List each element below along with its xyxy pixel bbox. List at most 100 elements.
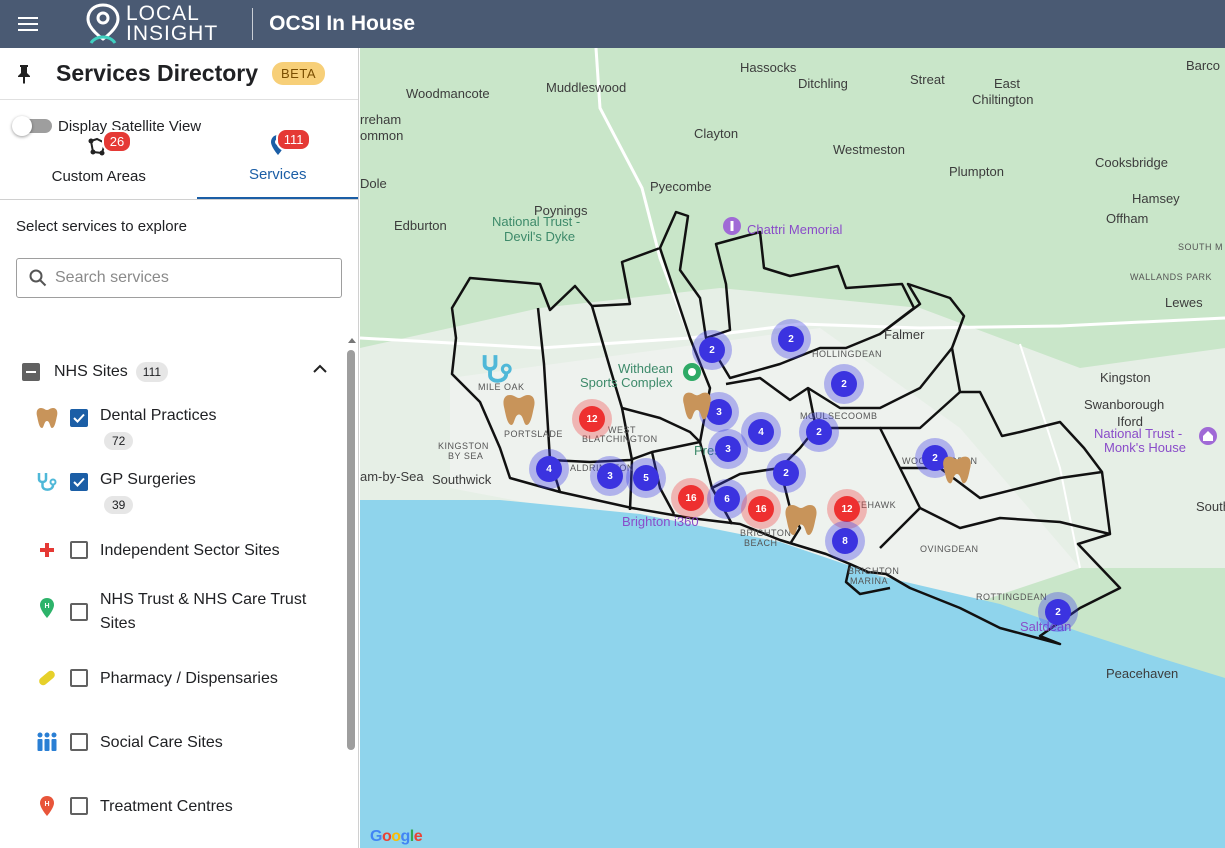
dental-checkbox[interactable]	[70, 409, 88, 427]
independent-label: Independent Sector Sites	[100, 542, 280, 559]
google-attribution[interactable]: Google	[370, 828, 423, 846]
map-cluster-marker[interactable]: 3	[708, 429, 748, 469]
map-district-label: MARINA	[850, 576, 889, 586]
cluster-count: 2	[773, 460, 799, 486]
map-place-label: Falmer	[884, 327, 925, 342]
cluster-count: 8	[832, 528, 858, 554]
pill-icon	[39, 670, 55, 686]
map-poi-label: Sports Complex	[580, 375, 673, 390]
group-label: NHS Sites	[54, 363, 128, 380]
map-stethoscope-icon[interactable]	[480, 352, 514, 386]
map-cluster-marker[interactable]: 2	[771, 319, 811, 359]
map-cluster-marker[interactable]: 2	[1038, 592, 1078, 632]
map-place-label: Southwick	[432, 472, 492, 487]
stethoscope-icon	[37, 473, 57, 491]
map-canvas[interactable]: Hassocks Streat East Chiltington Barco Woodma…	[360, 48, 1225, 848]
map-cluster-marker[interactable]: 16	[741, 489, 781, 529]
social-care-label: Social Care Sites	[100, 734, 223, 751]
map-tooth-icon[interactable]	[682, 390, 712, 422]
map-place-label: Hamsey	[1132, 191, 1180, 206]
map-cluster-marker[interactable]: 16	[671, 478, 711, 518]
nhs-trust-label: NHS Trust & NHS Care Trust Sites	[100, 591, 307, 632]
cluster-count: 4	[536, 456, 562, 482]
map-tooth-icon[interactable]	[502, 392, 536, 428]
service-list: NHS Sites 111 Dental Practices 72 GP Sur…	[0, 348, 345, 840]
scroll-up-icon[interactable]	[347, 336, 357, 344]
gp-checkbox[interactable]	[70, 473, 88, 491]
tab-services[interactable]: 111 Services	[197, 124, 358, 199]
group-checkbox[interactable]	[22, 363, 40, 381]
map-cluster-marker[interactable]: 5	[626, 458, 666, 498]
map-place-label: Chiltington	[972, 92, 1034, 107]
cluster-count: 6	[714, 486, 740, 512]
cluster-count: 3	[597, 463, 623, 489]
sidebar-tabs: 26 Custom Areas 111 Services	[0, 124, 358, 200]
map-cluster-marker[interactable]: 8	[825, 521, 865, 561]
treatment-checkbox[interactable]	[70, 797, 88, 815]
map-place-label: East	[994, 76, 1021, 91]
treatment-pin-icon: H	[40, 796, 54, 816]
svg-text:H: H	[44, 603, 49, 610]
pharmacy-checkbox[interactable]	[70, 669, 88, 687]
social-care-checkbox[interactable]	[70, 733, 88, 751]
map-place-label: Muddleswood	[546, 80, 627, 95]
list-item-nhs-trust[interactable]: H NHS Trust & NHS Care Trust Sites	[0, 584, 345, 660]
tab-services-label: Services	[248, 166, 307, 183]
map-place-label: Peacehaven	[1106, 666, 1179, 681]
pin-icon[interactable]	[0, 64, 48, 84]
map-place-label: Dole	[360, 176, 387, 191]
nhs-trust-checkbox[interactable]	[70, 603, 88, 621]
map-park-pin-icon	[683, 363, 701, 381]
scroll-thumb[interactable]	[347, 350, 355, 750]
list-item-pharmacy[interactable]: Pharmacy / Dispensaries	[0, 660, 345, 724]
map-place-label: Hassocks	[740, 60, 797, 75]
map-cluster-marker[interactable]: 2	[824, 364, 864, 404]
dental-label: Dental Practices	[100, 407, 217, 424]
map-district-label: OVINGDEAN	[920, 544, 979, 554]
map-place-label: Plumpton	[949, 164, 1004, 179]
search-box[interactable]	[16, 258, 342, 298]
map-place-label: Edburton	[394, 218, 447, 233]
list-item-independent[interactable]: Independent Sector Sites	[0, 532, 345, 584]
map-landmark-label: Monk's House	[1104, 440, 1186, 455]
custom-areas-badge: 26	[101, 130, 133, 153]
pharmacy-label: Pharmacy / Dispensaries	[100, 670, 278, 687]
tab-custom-areas[interactable]: 26 Custom Areas	[0, 124, 197, 199]
map-cluster-marker[interactable]: 3	[590, 456, 630, 496]
svg-text:H: H	[44, 801, 49, 808]
list-item-treatment[interactable]: H Treatment Centres	[0, 788, 345, 840]
list-item-dental[interactable]: Dental Practices 72	[0, 396, 345, 460]
chevron-up-icon[interactable]	[313, 364, 327, 374]
search-input[interactable]	[55, 269, 315, 287]
menu-icon[interactable]	[0, 0, 56, 48]
hospital-pin-icon: H	[40, 598, 54, 618]
map-district-label: BRIGHTON	[848, 566, 900, 576]
map-cluster-marker[interactable]: 2	[766, 453, 806, 493]
sidebar-title: Services Directory	[56, 60, 259, 86]
cluster-count: 16	[748, 496, 774, 522]
map-tooth-icon[interactable]	[784, 502, 818, 538]
map-poi-label: National Trust -	[492, 214, 581, 229]
header-divider	[252, 8, 254, 40]
independent-checkbox[interactable]	[70, 541, 88, 559]
org-name: OCSI In House	[269, 12, 416, 35]
map-place-label: Barco	[1186, 58, 1220, 73]
map-cluster-marker[interactable]: 12	[572, 399, 612, 439]
logo-line-1: LOCAL	[126, 2, 200, 25]
map-place-label: Clayton	[694, 126, 739, 141]
map-district-label: BEACH	[744, 538, 778, 548]
map-cluster-marker[interactable]: 2	[799, 412, 839, 452]
local-insight-logo[interactable]: LOCAL INSIGHT	[86, 0, 218, 48]
map-place-label: Offham	[1106, 211, 1149, 226]
list-item-social-care[interactable]: Social Care Sites	[0, 724, 345, 788]
cluster-count: 2	[699, 337, 725, 363]
map-cluster-marker[interactable]: 4	[529, 449, 569, 489]
map-tooth-icon[interactable]	[942, 454, 972, 486]
group-nhs-sites[interactable]: NHS Sites 111	[0, 348, 345, 396]
map-poi-label: Devil's Dyke	[504, 229, 576, 244]
map-place-label: ommon	[360, 128, 404, 143]
map-district-label: HOLLINGDEAN	[812, 349, 883, 359]
scrollbar[interactable]	[346, 336, 356, 848]
cluster-count: 12	[579, 406, 605, 432]
list-item-gp[interactable]: GP Surgeries 39	[0, 460, 345, 532]
